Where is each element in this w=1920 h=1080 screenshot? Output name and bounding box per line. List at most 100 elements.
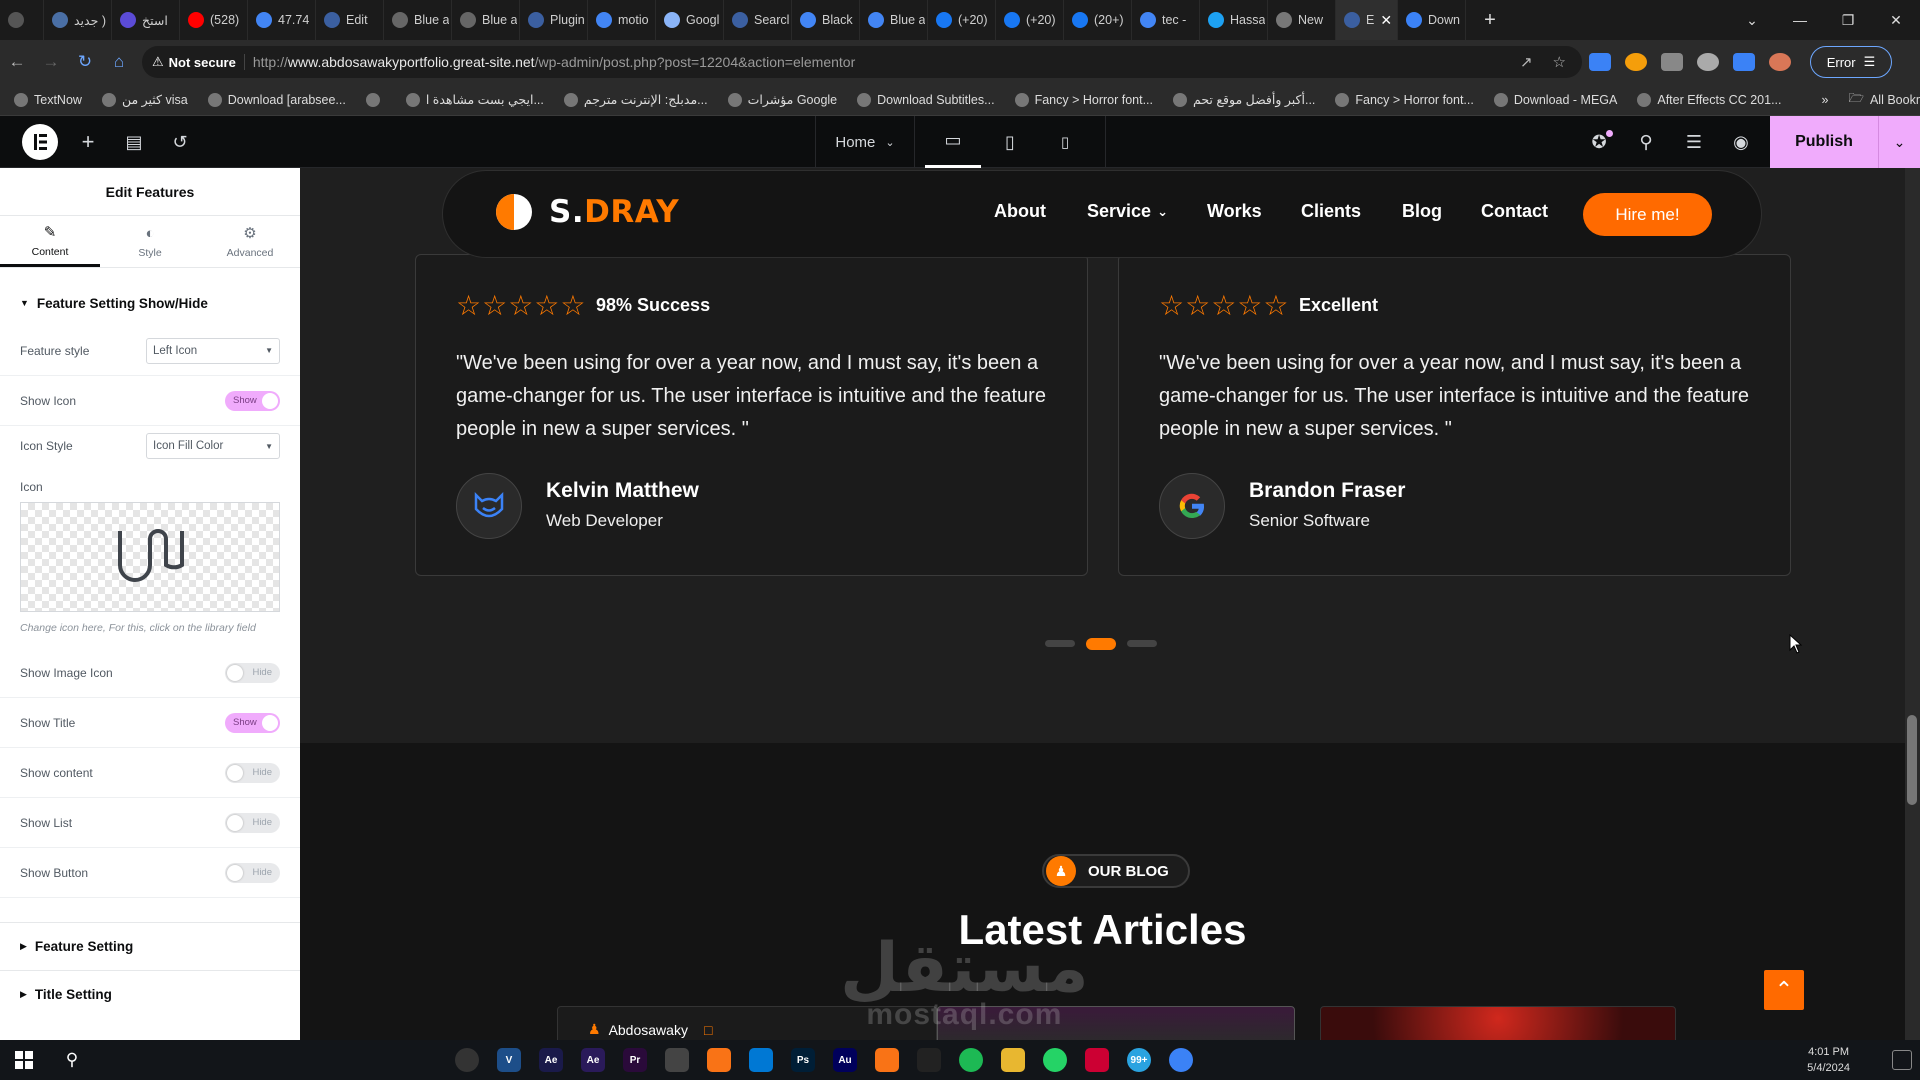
add-element-icon[interactable]: + <box>76 116 100 168</box>
visibility-toggle[interactable]: Hide <box>225 812 280 833</box>
vegas-icon[interactable]: V <box>488 1040 530 1080</box>
tab-advanced[interactable]: ⚙ Advanced <box>200 216 300 267</box>
vlc-icon[interactable] <box>866 1040 908 1080</box>
more-bookmarks-icon[interactable]: » <box>1822 93 1829 107</box>
browser-tab[interactable]: جديد ) <box>44 0 112 40</box>
browser-tab[interactable]: New <box>1268 0 1336 40</box>
chrome-icon[interactable] <box>1160 1040 1202 1080</box>
site-logo[interactable]: S.DRAY <box>495 193 679 231</box>
home-icon[interactable]: ⌂ <box>102 52 136 72</box>
browser-tab[interactable]: Black <box>792 0 860 40</box>
nav-about[interactable]: About <box>994 201 1046 222</box>
browser-tab[interactable]: Hassa <box>1200 0 1268 40</box>
camera-extension-icon[interactable] <box>1661 53 1683 71</box>
elementor-logo-icon[interactable] <box>22 116 58 168</box>
layers-icon[interactable]: ☰ <box>1680 116 1708 168</box>
bookmark-item[interactable]: After Effects CC 201... <box>1637 92 1782 107</box>
bookmark-item[interactable]: أكبر وأفضل موقع تحم... <box>1173 92 1315 107</box>
browser-tab[interactable]: Googl <box>656 0 724 40</box>
notifications-icon[interactable] <box>1892 1050 1912 1070</box>
bookmark-item[interactable]: مؤشرات Google <box>727 92 837 107</box>
notifications-icon[interactable]: ✪ <box>1585 116 1613 168</box>
all-bookmarks-button[interactable]: 🗁All Bookmarks <box>1848 89 1920 110</box>
spotify-icon[interactable] <box>950 1040 992 1080</box>
close-icon[interactable]: ✕ <box>1380 12 1392 29</box>
bookmark-item[interactable]: Download [arabsee... <box>207 92 346 107</box>
desktop-view-icon[interactable]: ▭ <box>925 116 981 168</box>
fl-studio-icon[interactable] <box>698 1040 740 1080</box>
audition-icon[interactable]: Au <box>824 1040 866 1080</box>
bookmark-star-icon[interactable]: ☆ <box>1553 53 1566 71</box>
url-input[interactable]: ⚠ Not secure http://www.abdosawakyportfol… <box>142 46 1582 78</box>
vscode-icon[interactable] <box>740 1040 782 1080</box>
bookmark-item[interactable]: Fancy > Horror font... <box>1335 92 1474 107</box>
browser-tab[interactable]: (20+) <box>1064 0 1132 40</box>
photoshop-icon[interactable]: Ps <box>782 1040 824 1080</box>
icon-style-select[interactable]: Icon Fill Color ▼ <box>146 433 280 459</box>
bookmark-item[interactable]: TextNow <box>14 92 82 107</box>
bookmark-item[interactable]: مدبلج: الإنترنت مترجم... <box>563 92 708 107</box>
nav-blog[interactable]: Blog <box>1402 201 1442 222</box>
show-icon-toggle[interactable]: Show <box>225 390 280 411</box>
system-clock[interactable]: 4:01 PM 5/4/2024 <box>1807 1044 1850 1076</box>
new-tab-icon[interactable]: + <box>1466 9 1514 32</box>
tab-style[interactable]: ◐ Style <box>100 216 200 267</box>
app-icon[interactable] <box>1076 1040 1118 1080</box>
preview-eye-icon[interactable]: ◉ <box>1727 116 1755 168</box>
history-icon[interactable]: ↺ <box>168 116 192 168</box>
page-selector[interactable]: Home ⌄ <box>815 116 915 168</box>
blog-card-image[interactable] <box>1320 1006 1676 1040</box>
windows-start-icon[interactable] <box>0 1040 48 1080</box>
search-icon[interactable]: ⚲ <box>1632 116 1660 168</box>
bookmark-item[interactable]: Download Subtitles... <box>857 92 995 107</box>
scrollbar-thumb[interactable] <box>1907 715 1917 805</box>
whatsapp-icon[interactable] <box>1034 1040 1076 1080</box>
profile-avatar[interactable] <box>1769 53 1791 71</box>
tab-search-icon[interactable] <box>0 0 44 40</box>
browser-tab[interactable]: (+20) <box>928 0 996 40</box>
browser-tab[interactable]: tec - <box>1132 0 1200 40</box>
after-effects-icon[interactable]: Ae <box>572 1040 614 1080</box>
search-icon[interactable]: ⚲ <box>48 1040 96 1080</box>
share-icon[interactable]: ↗ <box>1520 53 1533 71</box>
browser-tab[interactable]: Blue a <box>860 0 928 40</box>
browser-tab[interactable]: E ✕ <box>1336 0 1398 40</box>
bookmark-item[interactable]: Fancy > Horror font... <box>1014 92 1153 107</box>
bookmark-item[interactable]: ايجي بست مشاهدة ا... <box>405 92 544 107</box>
feature-setting-section[interactable]: ▶ Feature Setting <box>0 922 300 970</box>
page-settings-icon[interactable]: ▤ <box>122 116 146 168</box>
publish-options-chevron-icon[interactable]: ⌄ <box>1878 116 1920 168</box>
browser-tab[interactable]: Down <box>1398 0 1466 40</box>
icon-library-picker[interactable] <box>20 502 280 612</box>
extension-icon[interactable] <box>1697 53 1719 71</box>
scroll-to-top-button[interactable]: ⌃ <box>1764 970 1804 1010</box>
tablet-view-icon[interactable]: ▯ <box>985 116 1035 168</box>
not-secure-badge[interactable]: ⚠ Not secure <box>152 54 245 70</box>
profile-error-button[interactable]: Error ☰ <box>1810 46 1892 78</box>
nav-clients[interactable]: Clients <box>1301 201 1361 222</box>
visibility-toggle[interactable]: Hide <box>225 662 280 683</box>
visibility-toggle[interactable]: Hide <box>225 762 280 783</box>
browser-tab[interactable]: Blue a <box>384 0 452 40</box>
hire-me-button[interactable]: Hire me! <box>1583 193 1712 236</box>
restore-icon[interactable]: ❐ <box>1824 12 1872 29</box>
browser-tab[interactable]: Plugin <box>520 0 588 40</box>
visibility-toggle[interactable]: Show <box>225 712 280 733</box>
after-effects-icon[interactable]: Ae <box>530 1040 572 1080</box>
davinci-icon[interactable] <box>656 1040 698 1080</box>
feature-style-select[interactable]: Left Icon ▼ <box>146 337 280 364</box>
back-icon[interactable]: ← <box>0 52 34 72</box>
capcut-icon[interactable] <box>908 1040 950 1080</box>
scrollbar[interactable] <box>1905 168 1920 1040</box>
mobile-view-icon[interactable]: ▯ <box>1040 116 1090 168</box>
browser-tab[interactable]: (+20) <box>996 0 1064 40</box>
section-header[interactable]: ▼ Feature Setting Show/Hide <box>0 280 300 326</box>
download-extension-icon[interactable] <box>1589 53 1611 71</box>
obs-icon[interactable] <box>446 1040 488 1080</box>
puzzle-icon[interactable] <box>1733 53 1755 71</box>
publish-button[interactable]: Publish <box>1770 116 1878 168</box>
browser-tab[interactable]: Searcl <box>724 0 792 40</box>
browser-tab[interactable]: 47.74 <box>248 0 316 40</box>
title-setting-section[interactable]: ▶ Title Setting <box>0 970 300 1018</box>
extension-icon[interactable] <box>1625 53 1647 71</box>
